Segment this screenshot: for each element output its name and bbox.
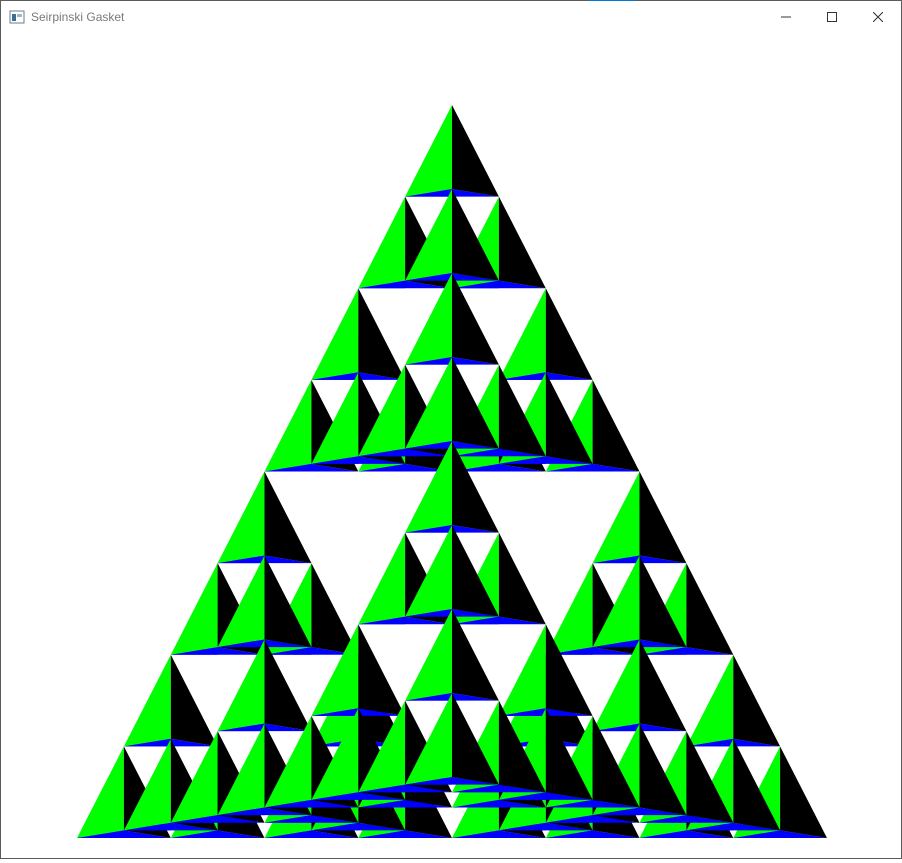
gasket-face [217, 471, 265, 564]
window-controls [763, 1, 901, 32]
close-icon [873, 11, 883, 22]
gasket-face [639, 471, 687, 564]
gasket-face [498, 624, 546, 716]
gasket-face [498, 196, 546, 289]
gasket-face [733, 654, 781, 747]
gasket-face [311, 288, 359, 380]
minimize-button[interactable] [763, 1, 809, 32]
sierpinski-gasket [77, 105, 827, 838]
gasket-face [358, 196, 406, 289]
title-bar[interactable]: Seirpinski Gasket [1, 1, 901, 32]
gasket-face [686, 563, 734, 655]
gasket-face [358, 532, 406, 625]
gasket-face [452, 105, 499, 197]
gasket-face [264, 471, 312, 564]
window-app-icon [9, 10, 25, 23]
gasket-face [592, 471, 640, 564]
gasket-face [170, 654, 218, 747]
render-canvas[interactable] [1, 32, 901, 858]
gasket-face [264, 379, 312, 472]
gasket-face [405, 105, 452, 197]
gasket-face [498, 288, 546, 380]
app-window: Seirpinski Gasket [0, 0, 902, 859]
gasket-face [592, 379, 640, 472]
gasket-face [358, 288, 406, 380]
maximize-button[interactable] [809, 1, 855, 32]
maximize-icon [827, 11, 837, 22]
window-title: Seirpinski Gasket [31, 9, 125, 24]
gasket-face [686, 654, 734, 747]
gasket-face [358, 624, 406, 716]
gasket-face [498, 532, 546, 625]
gasket-face [780, 746, 827, 838]
gasket-face [170, 563, 218, 655]
gasket-face [545, 288, 593, 380]
gasket-face [123, 654, 171, 747]
gasket-face [77, 746, 124, 838]
minimize-icon [781, 16, 791, 17]
close-button[interactable] [855, 1, 901, 32]
